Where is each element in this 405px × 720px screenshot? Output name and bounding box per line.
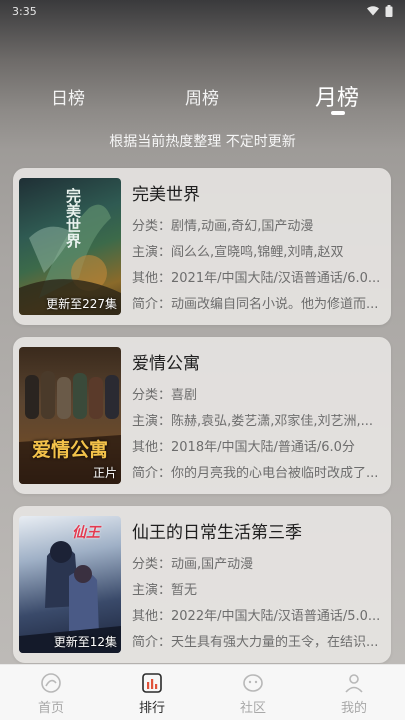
card-cast: 主演：陈赫,袁弘,娄艺潇,邓家佳,刘艺洲,... xyxy=(132,414,374,429)
card-genre: 分类：动画,国产动漫 xyxy=(132,557,254,572)
status-bar: 3:35 xyxy=(0,0,405,22)
nav-ranking-label: 排行 xyxy=(138,701,165,716)
episode-badge: 正片 xyxy=(92,466,117,480)
card-summary: 简介：天生具有强大力量的王令，在结识... xyxy=(132,635,379,650)
home-icon xyxy=(41,673,61,693)
ranking-icon xyxy=(142,673,162,693)
card-other: 其他：2021年/中国大陆/汉语普通话/6.0... xyxy=(132,271,381,286)
community-icon xyxy=(243,674,263,692)
card-cast: 主演：暂无 xyxy=(132,583,198,598)
status-icons xyxy=(367,5,393,17)
card-info: 爱情公寓 分类：喜剧 主演：陈赫,袁弘,娄艺潇,邓家佳,刘艺洲,... 其他：2… xyxy=(132,349,384,492)
profile-icon xyxy=(345,674,363,693)
card-info: 完美世界 分类：剧情,动画,奇幻,国产动漫 主演：阎么么,宣晓鸣,锦鲤,刘晴,赵… xyxy=(132,180,384,323)
card-other: 其他：2022年/中国大陆/汉语普通话/5.0... xyxy=(132,609,381,624)
nav-home-label: 首页 xyxy=(37,701,64,716)
ranking-subtitle: 根据当前热度整理 不定时更新 xyxy=(109,134,296,150)
card-info: 仙王的日常生活第三季 分类：动画,国产动漫 主演：暂无 其他：2022年/中国大… xyxy=(132,518,384,661)
bottom-nav: 首页 排行 社区 我的 xyxy=(0,664,405,720)
ranking-card[interactable]: 完美世界 更新至227集 完美世界 分类：剧情,动画,奇幻,国产动漫 主演：阎么… xyxy=(13,168,391,325)
episode-badge: 更新至12集 xyxy=(53,635,117,649)
card-summary: 简介：你的月亮我的心电台被临时改成了... xyxy=(132,466,379,481)
status-time: 3:35 xyxy=(12,4,37,18)
nav-home[interactable]: 首页 xyxy=(21,671,81,716)
card-summary: 简介：动画改编自同名小说。他为修道而... xyxy=(132,297,379,312)
card-genre: 分类：喜剧 xyxy=(132,388,198,403)
wifi-icon xyxy=(367,6,379,16)
tab-monthly[interactable]: 月榜 xyxy=(315,80,359,112)
card-title: 完美世界 xyxy=(132,185,200,205)
poster-title: 完美世界 xyxy=(64,188,82,248)
tab-daily[interactable]: 日榜 xyxy=(51,84,85,109)
nav-profile-label: 我的 xyxy=(340,701,367,716)
tab-weekly[interactable]: 周榜 xyxy=(185,84,219,109)
nav-ranking[interactable]: 排行 xyxy=(122,671,182,716)
card-genre: 分类：剧情,动画,奇幻,国产动漫 xyxy=(132,219,314,234)
card-other: 其他：2018年/中国大陆/普通话/6.0分 xyxy=(132,440,355,455)
poster-image: 爱情公寓 正片 xyxy=(19,347,121,484)
ranking-card[interactable]: 爱情公寓 正片 爱情公寓 分类：喜剧 主演：陈赫,袁弘,娄艺潇,邓家佳,刘艺洲,… xyxy=(13,337,391,494)
poster-title: 仙王 xyxy=(72,525,100,541)
poster-title: 爱情公寓 xyxy=(31,439,108,461)
card-title: 仙王的日常生活第三季 xyxy=(132,523,302,543)
active-tab-indicator xyxy=(331,111,345,115)
battery-icon xyxy=(385,5,393,17)
poster-image: 仙王 更新至12集 xyxy=(19,516,121,653)
nav-community-label: 社区 xyxy=(239,701,266,716)
nav-profile[interactable]: 我的 xyxy=(324,671,384,716)
ranking-tabs: 日榜 周榜 月榜 xyxy=(0,78,405,118)
poster-image: 完美世界 更新至227集 xyxy=(19,178,121,315)
episode-badge: 更新至227集 xyxy=(46,297,117,311)
card-title: 爱情公寓 xyxy=(132,354,200,374)
nav-community[interactable]: 社区 xyxy=(223,671,283,716)
card-cast: 主演：阎么么,宣晓鸣,锦鲤,刘晴,赵双 xyxy=(132,245,344,260)
ranking-card[interactable]: 仙王 更新至12集 仙王的日常生活第三季 分类：动画,国产动漫 主演：暂无 其他… xyxy=(13,506,391,663)
